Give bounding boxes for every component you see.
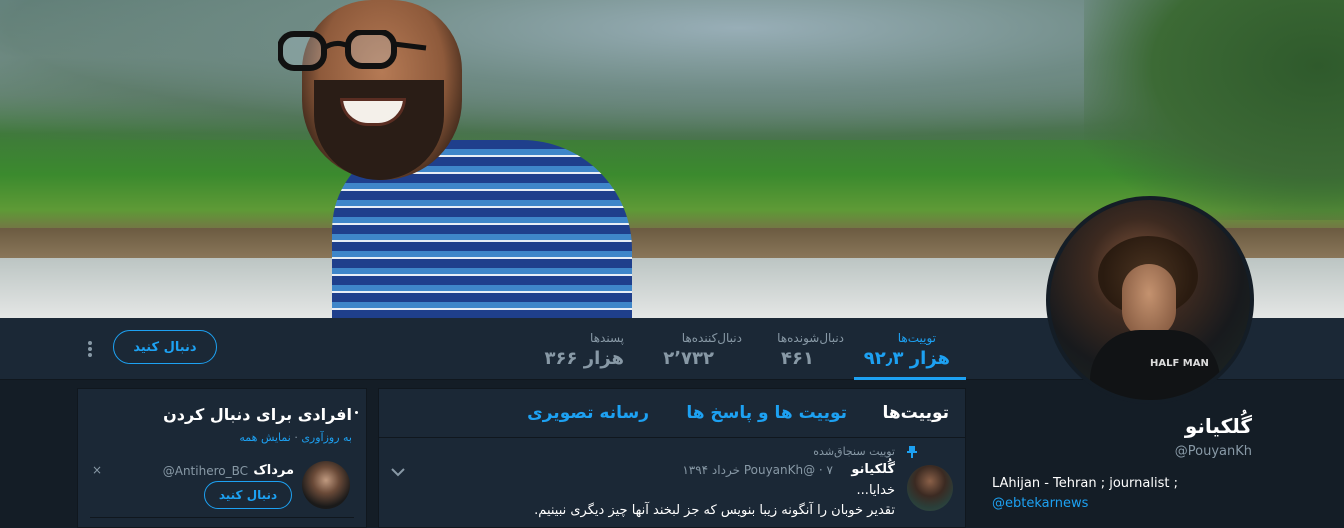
refresh-link[interactable]: به روزآوری — [301, 431, 352, 444]
pinned-label: توییت سنجاق‌شده — [813, 445, 895, 458]
vertical-dots-icon[interactable] — [86, 339, 94, 359]
suggested-user-name[interactable]: مرداک — [253, 463, 294, 478]
tweet-meta[interactable]: PouyanKh@ · ۷ خرداد ۱۳۹۴ — [682, 463, 833, 477]
stat-following-label: دنبال‌شونده‌ها — [777, 331, 844, 345]
tab-tweets-replies[interactable]: توییت ها و پاسخ ها — [686, 403, 847, 423]
profile-bio-link[interactable]: @ebtekarnews — [992, 496, 1088, 511]
profile-name[interactable]: گُلکیانو — [1185, 414, 1252, 438]
stat-likes-value: ۳۶۶ هزار — [544, 348, 624, 369]
suggested-user-avatar[interactable] — [302, 461, 350, 509]
glasses-icon — [278, 30, 427, 71]
actions-separator: · — [294, 431, 298, 444]
stat-followers[interactable]: دنبال‌کننده‌ها ۲٬۷۳۲ — [646, 318, 742, 377]
tweet-text-line1: خدایا... — [856, 483, 895, 498]
timeline-panel: توییت‌ها توییت ها و پاسخ ها رسانه تصویری… — [378, 388, 966, 528]
stat-followers-label: دنبال‌کننده‌ها — [681, 331, 742, 345]
tweet-text-line2: تقدیر خوبان را آنگونه زیبا بنویس که جز ل… — [534, 503, 895, 518]
profile-avatar[interactable]: HALF MAN — [1046, 196, 1254, 404]
avatar-shirt-text: HALF MAN — [1150, 358, 1209, 369]
follow-button[interactable]: دنبال کنید — [113, 330, 217, 364]
suggested-follow-button[interactable]: دنبال کنید — [204, 481, 292, 509]
profile-handle[interactable]: @PouyanKh — [1175, 444, 1252, 459]
who-to-follow-title: افرادی برای دنبال کردن — [163, 405, 352, 424]
tweet-author-name[interactable]: گُلکیانو — [851, 462, 895, 477]
stat-followers-value: ۲٬۷۳۲ — [663, 348, 714, 369]
stat-following[interactable]: دنبال‌شونده‌ها ۴۶۱ — [752, 318, 844, 377]
stat-tweets[interactable]: توییت‌ها ۹۲٫۳ هزار — [854, 318, 966, 380]
tab-tweets[interactable]: توییت‌ها — [882, 403, 949, 423]
divider — [90, 517, 354, 518]
stat-likes-label: پسندها — [590, 331, 624, 345]
title-dot — [355, 411, 358, 414]
show-all-link[interactable]: نمایش همه — [239, 431, 290, 444]
stat-following-value: ۴۶۱ — [781, 348, 814, 369]
profile-bio: LAhijan - Tehran ; journalist ; — [992, 476, 1178, 491]
banner-person — [278, 0, 632, 318]
dismiss-icon[interactable]: × — [92, 463, 102, 477]
stat-tweets-label: توییت‌ها — [897, 331, 936, 345]
timeline-tabs: توییت‌ها توییت ها و پاسخ ها رسانه تصویری — [379, 389, 965, 438]
tweet-avatar[interactable] — [907, 465, 953, 511]
tab-media[interactable]: رسانه تصویری — [527, 403, 649, 423]
who-to-follow-panel: افرادی برای دنبال کردن به روزآوری · نمای… — [77, 388, 367, 528]
chevron-down-icon[interactable] — [391, 467, 405, 477]
pin-icon — [907, 446, 917, 458]
stat-likes[interactable]: پسندها ۳۶۶ هزار — [540, 318, 624, 377]
stat-tweets-value: ۹۲٫۳ هزار — [863, 348, 950, 369]
avatar-face — [1122, 264, 1176, 338]
who-to-follow-actions: به روزآوری · نمایش همه — [239, 431, 352, 444]
suggested-user-handle[interactable]: @Antihero_BC — [163, 464, 248, 478]
banner-right-hill — [1084, 0, 1344, 220]
